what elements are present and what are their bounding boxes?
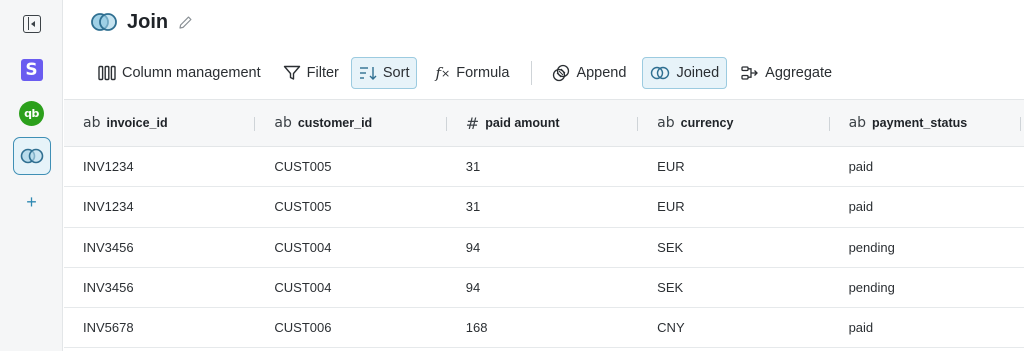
- columns-icon: [98, 65, 116, 81]
- table-cell[interactable]: CUST005: [255, 147, 446, 186]
- joined-label: Joined: [676, 65, 720, 81]
- add-source-button[interactable]: +: [0, 192, 63, 212]
- left-rail: S qb +: [0, 0, 63, 351]
- column-name: paid amount: [485, 116, 560, 130]
- sidebar-collapse-button[interactable]: [0, 10, 63, 38]
- stripe-icon: S: [20, 59, 43, 81]
- aggregate-button[interactable]: Aggregate: [733, 57, 840, 89]
- table-cell[interactable]: paid: [830, 308, 1021, 347]
- joined-icon: [650, 66, 670, 80]
- page-header: Join: [90, 9, 193, 35]
- quickbooks-icon: qb: [19, 100, 44, 126]
- column-name: invoice_id: [106, 116, 168, 130]
- data-table: ab invoice_id ab customer_id # paid amount …: [64, 99, 1024, 349]
- pencil-icon: [179, 16, 192, 29]
- text-type-icon: ab: [657, 115, 675, 131]
- column-header[interactable]: ab customer_id: [255, 100, 447, 146]
- toolbar-divider: [531, 61, 533, 85]
- table-cell[interactable]: CUST004: [255, 268, 446, 307]
- text-type-icon: ab: [274, 115, 292, 131]
- sidebar-collapse-icon: [22, 15, 41, 33]
- table-cell[interactable]: INV1234: [64, 187, 255, 226]
- column-header[interactable]: ab invoice_id: [64, 100, 256, 146]
- column-header[interactable]: ab currency: [638, 100, 830, 146]
- table-cell[interactable]: CUST006: [255, 308, 446, 347]
- sort-label: Sort: [382, 65, 410, 81]
- aggregate-icon: [741, 65, 759, 81]
- table-cell[interactable]: CUST005: [255, 187, 446, 226]
- table-cell[interactable]: INV3456: [64, 228, 255, 267]
- page-title: Join: [127, 10, 169, 33]
- column-name: customer_id: [297, 116, 373, 130]
- filter-icon: [283, 65, 301, 81]
- table-cell[interactable]: paid: [830, 147, 1021, 186]
- formula-button[interactable]: f × Formula: [427, 57, 517, 89]
- table-cell[interactable]: INV3456: [64, 268, 255, 307]
- stripe-source-button[interactable]: S: [0, 58, 63, 82]
- text-type-icon: ab: [83, 115, 101, 131]
- append-icon: [552, 64, 570, 82]
- join-title-icon: [91, 13, 117, 31]
- table-cell[interactable]: pending: [830, 268, 1021, 307]
- table-cell[interactable]: CNY: [638, 308, 829, 347]
- table-cell[interactable]: 94: [447, 268, 638, 307]
- table-header: ab invoice_id ab customer_id # paid amount …: [64, 99, 1024, 147]
- join-icon: [20, 148, 43, 164]
- column-name: currency: [680, 116, 734, 130]
- table-cell[interactable]: 31: [447, 147, 638, 186]
- table-cell[interactable]: EUR: [638, 187, 829, 226]
- formula-icon: f ×: [435, 64, 451, 82]
- table-row[interactable]: INV1234 CUST005 31 EUR paid: [64, 187, 1024, 228]
- formula-label: Formula: [456, 65, 510, 81]
- table-row[interactable]: INV3456 CUST004 94 SEK pending: [64, 228, 1024, 268]
- table-cell[interactable]: CUST004: [255, 228, 446, 267]
- column-header[interactable]: # paid amount: [447, 100, 639, 146]
- table-cell[interactable]: SEK: [638, 268, 829, 307]
- table-cell[interactable]: INV5678: [64, 308, 255, 347]
- aggregate-label: Aggregate: [765, 65, 833, 81]
- table-row[interactable]: INV1234 CUST005 31 EUR paid: [64, 147, 1024, 188]
- join-icon-frame: [12, 137, 51, 175]
- append-label: Append: [576, 65, 627, 81]
- column-header[interactable]: ab payment_status: [830, 100, 1021, 146]
- join-source-button[interactable]: [0, 137, 63, 175]
- table-cell[interactable]: INV1234: [64, 147, 255, 186]
- column-divider: [1019, 117, 1021, 131]
- table-cell[interactable]: 168: [447, 308, 638, 347]
- column-name: payment_status: [872, 116, 968, 130]
- number-type-icon: #: [465, 113, 480, 133]
- sort-button[interactable]: Sort: [350, 57, 418, 89]
- column-management-label: Column management: [122, 65, 261, 81]
- joined-button[interactable]: Joined: [642, 57, 728, 89]
- plus-icon: +: [26, 191, 37, 212]
- quickbooks-source-button[interactable]: qb: [0, 99, 63, 127]
- table-cell[interactable]: 31: [447, 187, 638, 226]
- text-type-icon: ab: [848, 115, 867, 131]
- column-management-button[interactable]: Column management: [90, 57, 269, 89]
- table-cell[interactable]: paid: [830, 187, 1021, 226]
- table-cell[interactable]: SEK: [638, 228, 829, 267]
- table-row[interactable]: INV3456 CUST004 94 SEK pending: [64, 268, 1024, 309]
- append-button[interactable]: Append: [544, 57, 634, 89]
- toolbar: Column management Filter Sort f × Formula…: [90, 57, 840, 89]
- table-cell[interactable]: EUR: [638, 147, 829, 186]
- edit-title-button[interactable]: [178, 15, 193, 30]
- filter-label: Filter: [306, 65, 339, 81]
- table-cell[interactable]: pending: [830, 228, 1021, 267]
- filter-button[interactable]: Filter: [275, 57, 347, 89]
- table-cell[interactable]: 94: [447, 228, 638, 267]
- table-row[interactable]: INV5678 CUST006 168 CNY paid: [64, 308, 1024, 349]
- sort-icon: [359, 65, 377, 81]
